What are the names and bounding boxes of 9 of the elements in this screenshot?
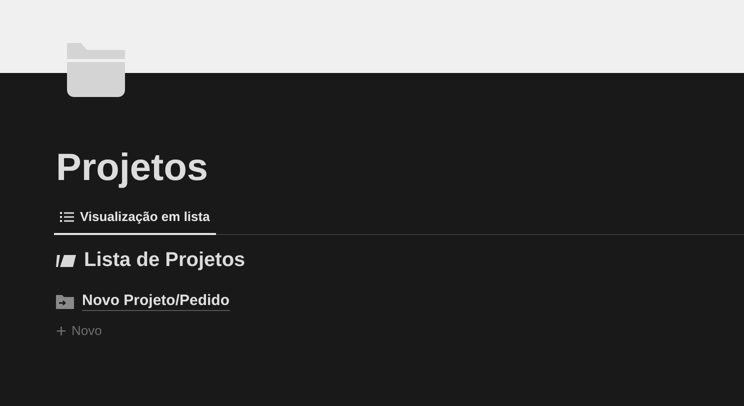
- folder-icon: [66, 43, 126, 98]
- page-title: Projetos: [56, 146, 210, 191]
- folder-icon: [56, 294, 74, 309]
- new-button[interactable]: + Novo: [56, 323, 102, 338]
- list-icon: [60, 210, 74, 222]
- view-tab[interactable]: Visualização em lista: [54, 203, 216, 235]
- list-item-link[interactable]: Novo Projeto/Pedido: [82, 292, 230, 311]
- database-icon: [56, 252, 76, 268]
- list-title: Lista de Projetos: [84, 249, 246, 272]
